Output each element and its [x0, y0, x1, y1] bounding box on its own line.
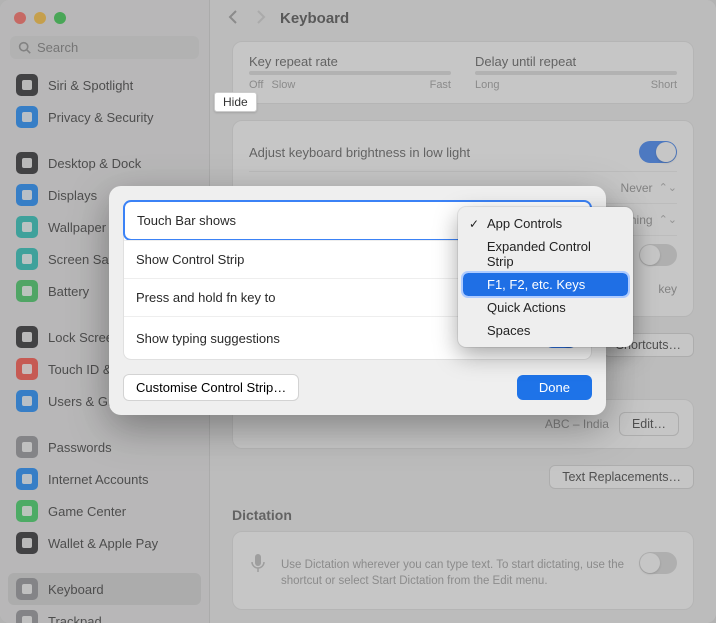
battery-icon: [16, 280, 38, 302]
brightness-label: Adjust keyboard brightness in low light: [249, 145, 639, 160]
zoom-window-button[interactable]: [54, 12, 66, 24]
hide-tooltip: Hide: [214, 92, 257, 112]
turnoff-value[interactable]: Never: [621, 181, 653, 195]
menu-item-label: Quick Actions: [487, 300, 566, 315]
input-source-value: ABC – India: [545, 417, 609, 431]
siri-icon: [16, 74, 38, 96]
sidebar-item-passwords[interactable]: Passwords: [8, 431, 201, 463]
sidebar-item-label: Battery: [48, 284, 89, 299]
window-controls: [0, 0, 209, 30]
check-icon: ✓: [467, 217, 481, 231]
key-repeat-slider[interactable]: [249, 71, 451, 75]
panel-repeat: Key repeat rate OffSlowFast Delay until …: [232, 41, 694, 104]
sidebar-item-trackpad[interactable]: Trackpad: [8, 605, 201, 623]
menu-item-label: Spaces: [487, 323, 530, 338]
sidebar-item-wallet-apple-pay[interactable]: Wallet & Apple Pay: [8, 527, 201, 559]
search-icon: [18, 41, 31, 54]
mic-icon: [249, 552, 271, 577]
delay-slider[interactable]: [475, 71, 677, 75]
menu-item-app-controls[interactable]: ✓ App Controls: [463, 212, 628, 235]
sidebar-item-label: Wallpaper: [48, 220, 106, 235]
wallet-icon: [16, 532, 38, 554]
sidebar-item-label: Displays: [48, 188, 97, 203]
menu-item-label: App Controls: [487, 216, 562, 231]
dictation-header: Dictation: [232, 507, 694, 523]
dictation-toggle[interactable]: [639, 552, 677, 574]
sidebar-item-label: Passwords: [48, 440, 112, 455]
brightness-toggle[interactable]: [639, 141, 677, 163]
users-icon: [16, 390, 38, 412]
customise-control-strip-button[interactable]: Customise Control Strip…: [123, 374, 299, 401]
search-input[interactable]: [37, 40, 213, 55]
sidebar-item-label: Game Center: [48, 504, 126, 519]
sidebar-item-label: Trackpad: [48, 614, 102, 623]
edit-input-button[interactable]: Edit…: [619, 412, 679, 436]
sidebar-item-label: Desktop & Dock: [48, 156, 141, 171]
sidebar-item-label: Siri & Spotlight: [48, 78, 133, 93]
dock-icon: [16, 152, 38, 174]
sidebar-item-label: Wallet & Apple Pay: [48, 536, 158, 551]
forward-button[interactable]: [254, 10, 266, 27]
sidebar-item-keyboard[interactable]: Keyboard: [8, 573, 201, 605]
sidebar-item-desktop-dock[interactable]: Desktop & Dock: [8, 147, 201, 179]
chevron-updown-icon: ⌃⌄: [659, 213, 677, 226]
wallpaper-icon: [16, 216, 38, 238]
sidebar-item-internet-accounts[interactable]: Internet Accounts: [8, 463, 201, 495]
key-repeat-label: Key repeat rate: [249, 54, 451, 69]
sidebar-item-game-center[interactable]: Game Center: [8, 495, 201, 527]
back-button[interactable]: [228, 10, 240, 27]
menu-item-f1-f2-etc-keys[interactable]: F1, F2, etc. Keys: [463, 273, 628, 296]
sidebar-item-privacy-security[interactable]: Privacy & Security: [8, 101, 201, 133]
done-button[interactable]: Done: [517, 375, 592, 400]
keyboard-icon: [16, 578, 38, 600]
fingerprint-icon: [16, 358, 38, 380]
menu-item-expanded-control-strip[interactable]: Expanded Control Strip: [463, 235, 628, 273]
touch-bar-shows-menu: ✓ App Controls Expanded Control Strip F1, F…: [458, 207, 633, 347]
globe-toggle[interactable]: [639, 244, 677, 266]
chevron-updown-icon: ⌃⌄: [659, 181, 677, 194]
dictation-note: Use Dictation wherever you can type text…: [281, 558, 639, 589]
sidebar-item-siri-spotlight[interactable]: Siri & Spotlight: [8, 69, 201, 101]
text-replacements-button[interactable]: Text Replacements…: [549, 465, 694, 489]
menu-item-quick-actions[interactable]: Quick Actions: [463, 296, 628, 319]
at-icon: [16, 468, 38, 490]
minimize-window-button[interactable]: [34, 12, 46, 24]
titlebar: Keyboard: [210, 0, 716, 41]
hand-icon: [16, 106, 38, 128]
delay-label: Delay until repeat: [475, 54, 677, 69]
page-title: Keyboard: [280, 10, 349, 27]
sidebar-item-label: Internet Accounts: [48, 472, 148, 487]
menu-item-spaces[interactable]: Spaces: [463, 319, 628, 342]
display-icon: [16, 184, 38, 206]
trackpad-icon: [16, 610, 38, 623]
search-field[interactable]: [10, 36, 199, 59]
key-icon: [16, 436, 38, 458]
sidebar-item-label: Keyboard: [48, 582, 104, 597]
sidebar-item-label: Privacy & Security: [48, 110, 153, 125]
menu-item-label: Expanded Control Strip: [487, 239, 620, 269]
menu-item-label: F1, F2, etc. Keys: [487, 277, 585, 292]
close-window-button[interactable]: [14, 12, 26, 24]
game-icon: [16, 500, 38, 522]
screensaver-icon: [16, 248, 38, 270]
lock-icon: [16, 326, 38, 348]
